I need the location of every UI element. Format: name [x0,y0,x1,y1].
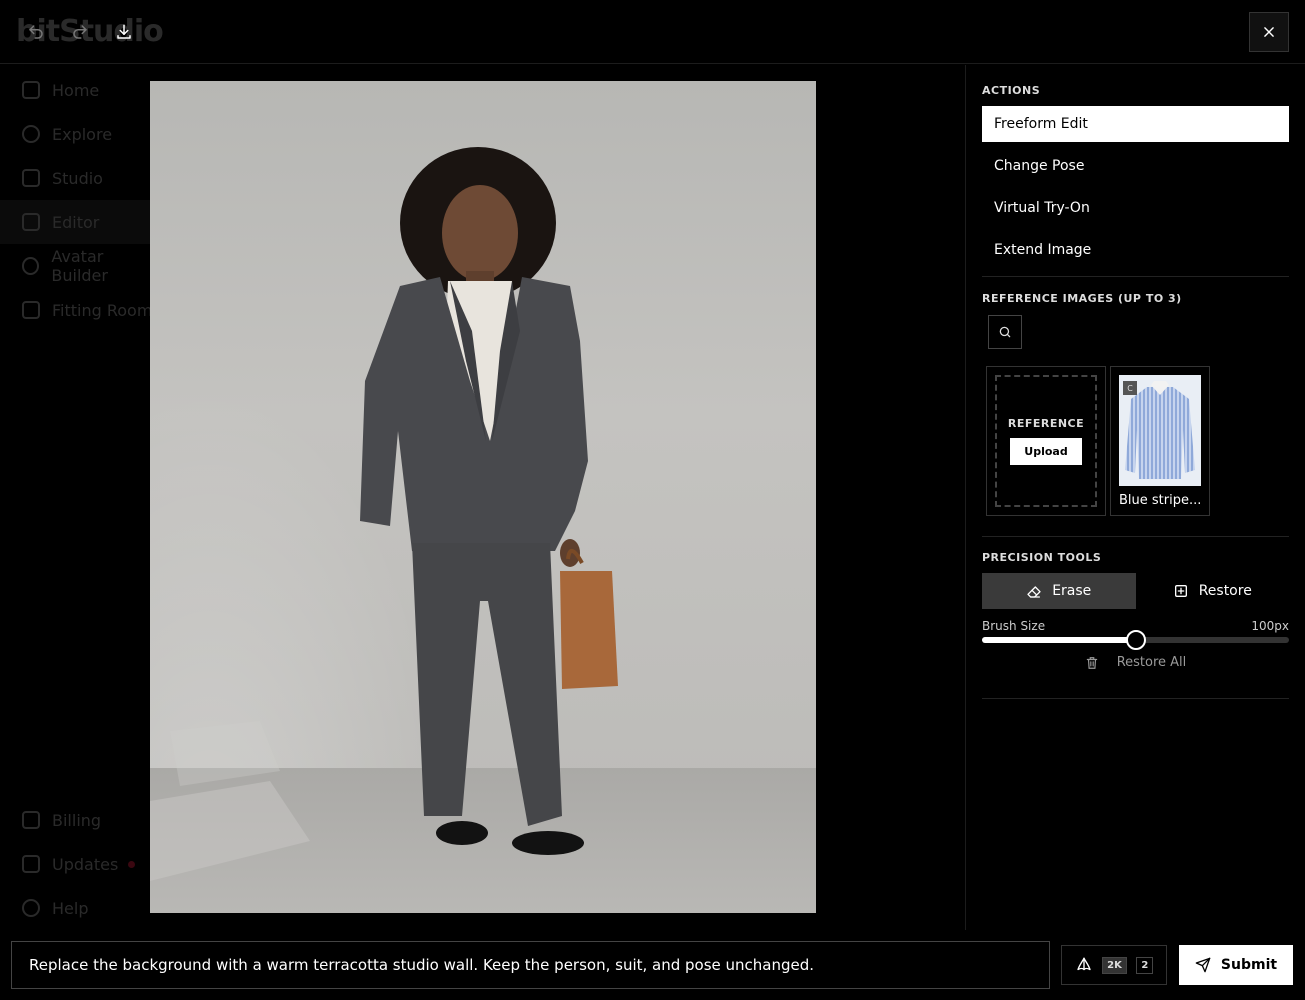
action-freeform-edit[interactable]: Freeform Edit [982,106,1289,142]
trash-icon [1086,656,1097,669]
action-virtual-try-on[interactable]: Virtual Try-On [982,190,1289,226]
download-icon [117,24,131,39]
notification-dot [128,860,136,868]
brush-size-label: Brush Size [982,619,1046,633]
divider [982,276,1289,277]
reference-thumbnail: C [1119,375,1201,486]
reference-image-card[interactable]: C Blue stripe... [1110,366,1210,516]
precision-tools: PRECISION TOOLS Erase Restore Brush Size… [982,551,1289,699]
reference-caption: Blue stripe... [1119,493,1202,508]
redo-icon [73,25,87,39]
generation-options[interactable]: 2K 2 [1061,945,1167,985]
count-badge: 2 [1136,956,1154,974]
eraser-icon [1027,586,1041,598]
bg-nav-studio: Studio [0,156,160,200]
restore-button[interactable]: Restore [1136,573,1290,609]
resolution-badge: 2K [1102,956,1127,974]
brush-slider-fill [982,637,1136,643]
bg-nav-billing: Billing [0,798,160,842]
undo-icon [29,25,43,39]
brush-size-slider[interactable] [982,630,1289,650]
card-icon [22,811,40,829]
image-canvas[interactable] [150,81,816,913]
plus-square-icon [1174,585,1187,597]
search-icon [999,326,1011,338]
plus-square-icon [22,169,40,187]
reference-upload-card: REFERENCE Upload [986,366,1106,516]
bg-nav-updates: Updates [0,842,160,886]
editor-toolbar [0,0,1305,64]
compass-icon [22,125,40,143]
redo-button[interactable] [66,18,94,46]
prompt-input[interactable] [11,941,1050,989]
brush-size-value: 100px [1251,619,1289,633]
model-photo [150,147,618,881]
send-icon [1195,957,1211,973]
reference-dropzone[interactable]: REFERENCE Upload [995,375,1097,507]
action-extend-image[interactable]: Extend Image [982,232,1289,268]
restore-all-button[interactable]: Restore All [982,655,1289,670]
thumbnail-badge: C [1123,381,1137,395]
reference-images-title: REFERENCE IMAGES (UP TO 3) [982,292,1182,305]
side-panel: ACTIONS Freeform Edit Change Pose Virtua… [965,65,1305,930]
undo-button[interactable] [22,18,50,46]
close-button[interactable] [1249,12,1289,52]
reference-label: REFERENCE [1007,417,1085,430]
bg-nav-home: Home [0,68,160,112]
search-button[interactable] [988,315,1022,349]
brush-slider-thumb[interactable] [1125,630,1146,650]
precision-tools-title: PRECISION TOOLS [982,551,1102,564]
action-change-pose[interactable]: Change Pose [982,148,1289,184]
bg-nav-explore: Explore [0,112,160,156]
divider [982,698,1289,699]
bg-nav-avatar-builder: Avatar Builder [0,244,160,288]
download-button[interactable] [110,18,138,46]
model-icon [1077,957,1091,971]
edit-icon [22,213,40,231]
home-icon [22,81,40,99]
bg-nav-editor: Editor [0,200,160,244]
shirt-icon [22,301,40,319]
bg-nav-fitting-room: Fitting Room [0,288,160,332]
help-icon [22,899,40,917]
erase-button[interactable]: Erase [982,573,1136,609]
background-nav-bottom: Billing Updates Help [0,798,160,930]
bg-nav-help: Help [0,886,160,930]
close-icon [1264,27,1274,37]
background-nav: Home Explore Studio Editor Avatar Builde… [0,68,160,332]
user-plus-icon [22,257,40,275]
news-icon [22,855,40,873]
actions-title: ACTIONS [982,84,1041,97]
submit-button[interactable]: Submit [1179,945,1293,985]
precision-mode-toggle: Erase Restore [982,573,1289,609]
upload-button[interactable]: Upload [1010,438,1082,465]
divider [982,536,1289,537]
